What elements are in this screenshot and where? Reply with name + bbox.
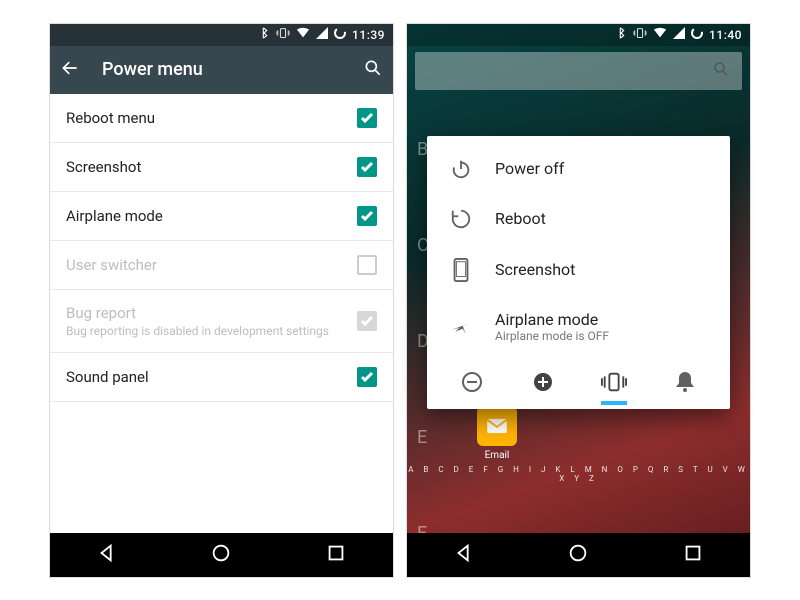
reboot-icon	[449, 208, 473, 230]
power-menu-screenshot[interactable]: Screenshot	[427, 244, 730, 296]
search-bar[interactable]	[415, 52, 742, 90]
setting-label: Screenshot	[66, 158, 357, 176]
vibrate-icon	[633, 27, 647, 42]
bluetooth-icon	[617, 27, 627, 42]
alphabet-strip: A B C D E F G H I J K L M N O P Q R S T …	[407, 465, 750, 483]
power-menu-label: Power off	[495, 159, 564, 178]
nav-recents-icon[interactable]	[325, 542, 347, 568]
setting-bug-report: Bug report Bug reporting is disabled in …	[50, 290, 393, 353]
power-menu-label: Reboot	[495, 209, 546, 228]
setting-label: User switcher	[66, 256, 357, 274]
setting-airplane-mode[interactable]: Airplane mode	[50, 192, 393, 241]
back-icon[interactable]	[60, 58, 80, 82]
search-icon	[712, 60, 730, 82]
sound-mode-ring-icon[interactable]	[670, 367, 700, 397]
nav-recents-icon[interactable]	[682, 542, 704, 568]
airplane-icon	[449, 315, 473, 337]
power-menu-label: Airplane mode Airplane mode is OFF	[495, 310, 609, 343]
status-bar: 11:39	[50, 24, 393, 46]
power-icon	[449, 158, 473, 180]
power-dialog: Power off Reboot Screenshot Airplane mod…	[427, 136, 730, 409]
power-menu-airplane[interactable]: Airplane mode Airplane mode is OFF	[427, 296, 730, 357]
checkbox-checked-icon[interactable]	[357, 157, 377, 177]
setting-label: Airplane mode	[66, 207, 357, 225]
app-label: Email	[485, 450, 510, 461]
cell-signal-icon	[673, 27, 685, 42]
setting-sound-panel[interactable]: Sound panel	[50, 353, 393, 402]
setting-sublabel: Bug reporting is disabled in development…	[66, 324, 357, 338]
checkbox-checked-icon[interactable]	[357, 206, 377, 226]
setting-label: Sound panel	[66, 368, 357, 386]
phone-left-power-menu-settings: 11:39 Power menu Reboot menu Screenshot …	[49, 23, 394, 578]
setting-user-switcher: User switcher	[50, 241, 393, 290]
sound-mode-silent-icon[interactable]	[457, 367, 487, 397]
email-icon	[477, 406, 517, 446]
sound-mode-row	[427, 357, 730, 405]
screenshot-icon	[449, 258, 473, 282]
setting-label: Reboot menu	[66, 109, 357, 127]
setting-screenshot[interactable]: Screenshot	[50, 143, 393, 192]
settings-list: Reboot menu Screenshot Airplane mode Use…	[50, 94, 393, 533]
phone-right-power-dialog: 11:40 BCDEF Email A B C D E F G H I J K …	[406, 23, 751, 578]
power-menu-sublabel: Airplane mode is OFF	[495, 329, 609, 343]
app-icon-email[interactable]: Email	[477, 406, 517, 461]
nav-home-icon[interactable]	[567, 542, 589, 568]
nav-bar	[407, 533, 750, 577]
setting-label: Bug report Bug reporting is disabled in …	[66, 304, 357, 338]
checkbox-unchecked-icon	[357, 255, 377, 275]
wifi-icon	[653, 27, 667, 42]
nav-home-icon[interactable]	[210, 542, 232, 568]
power-menu-label: Screenshot	[495, 260, 575, 279]
power-menu-power-off[interactable]: Power off	[427, 144, 730, 194]
sound-mode-dnd-icon[interactable]	[528, 367, 558, 397]
setting-reboot-menu[interactable]: Reboot menu	[50, 94, 393, 143]
nav-back-icon[interactable]	[96, 542, 118, 568]
status-bar: 11:40	[407, 24, 750, 46]
power-menu-reboot[interactable]: Reboot	[427, 194, 730, 244]
sound-mode-vibrate-icon[interactable]	[599, 367, 629, 397]
cell-signal-icon	[316, 27, 328, 42]
checkbox-checked-icon[interactable]	[357, 367, 377, 387]
search-icon[interactable]	[363, 58, 383, 82]
checkbox-checked-disabled-icon	[357, 311, 377, 331]
checkbox-checked-icon[interactable]	[357, 108, 377, 128]
wifi-icon	[296, 27, 310, 42]
loading-icon	[334, 27, 346, 42]
bluetooth-icon	[260, 27, 270, 42]
toolbar: Power menu	[50, 46, 393, 94]
page-title: Power menu	[102, 59, 341, 80]
status-clock: 11:40	[709, 28, 742, 42]
nav-back-icon[interactable]	[453, 542, 475, 568]
loading-icon	[691, 27, 703, 42]
vibrate-icon	[276, 27, 290, 42]
nav-bar	[50, 533, 393, 577]
status-clock: 11:39	[352, 28, 385, 42]
